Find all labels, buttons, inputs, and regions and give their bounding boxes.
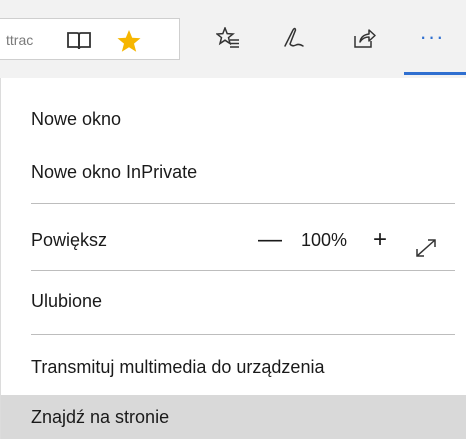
zoom-in-button[interactable]: +	[365, 219, 395, 261]
menu-divider	[31, 270, 455, 271]
more-active-indicator	[404, 72, 466, 75]
web-note-icon[interactable]	[282, 27, 306, 49]
menu-item-find-on-page[interactable]: Znajdź na stronie	[1, 395, 466, 439]
fullscreen-icon[interactable]	[415, 231, 437, 273]
browser-toolbar: ttrac ···	[0, 0, 466, 78]
zoom-out-button[interactable]: —	[255, 219, 285, 261]
menu-item-zoom: Powiększ — 100% +	[1, 219, 466, 261]
hub-icon[interactable]	[216, 27, 240, 49]
zoom-label: Powiększ	[31, 230, 108, 250]
settings-menu: Nowe okno Nowe okno InPrivate Powiększ —…	[0, 78, 466, 439]
zoom-level: 100%	[301, 230, 348, 250]
menu-item-cast-media[interactable]: Transmituj multimedia do urządzenia	[1, 346, 466, 388]
star-icon[interactable]	[116, 29, 142, 53]
menu-item-new-window[interactable]: Nowe okno	[1, 98, 466, 140]
address-bar[interactable]: ttrac	[0, 18, 180, 60]
address-text[interactable]: ttrac	[6, 32, 52, 48]
menu-divider	[31, 203, 455, 204]
share-icon[interactable]	[352, 27, 376, 49]
menu-item-new-inprivate-window[interactable]: Nowe okno InPrivate	[1, 151, 466, 193]
menu-divider	[31, 334, 455, 335]
more-icon[interactable]: ···	[404, 18, 460, 74]
reading-view-icon[interactable]	[66, 30, 92, 52]
menu-item-favorites[interactable]: Ulubione	[1, 280, 466, 322]
